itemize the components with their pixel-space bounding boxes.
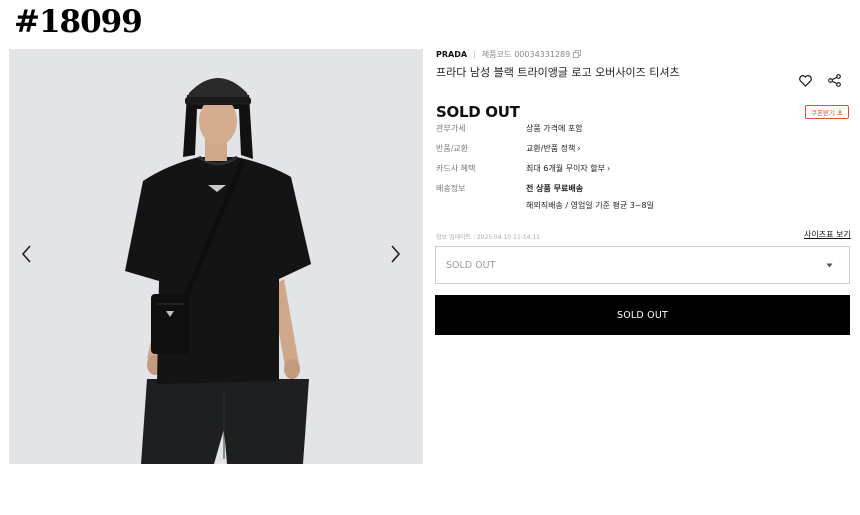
info-value: 교환/반품 정책 [526,144,576,153]
download-icon [837,109,843,115]
info-key: 배송정보 [436,184,466,193]
caret-down-icon [826,263,833,267]
info-key: 반품/교환 [436,144,469,153]
product-photo [9,49,423,464]
coupon-button[interactable]: 쿠폰받기 [805,105,849,119]
next-image-button[interactable] [390,245,410,269]
info-value: 상품 가격에 포함 [526,124,583,133]
chevron-left-icon [22,245,31,263]
free-shipping-text: 전 상품 무료배송 [526,184,584,193]
share-icon[interactable] [828,72,841,91]
shipping-info: 전 상품 무료배송 해외직배송 / 영업일 기준 평균 3~8일 [526,183,654,211]
stock-status: SOLD OUT [436,103,520,121]
size-option-select[interactable]: SOLD OUT [435,246,850,284]
chevron-right-icon [391,245,400,263]
return-policy-link[interactable]: 교환/반품 정책 › [526,143,581,154]
brand-row: PRADA | 제품코드 00034331289 [436,48,582,60]
info-row-shipping: 배송정보 전 상품 무료배송 해외직배송 / 영업일 기준 평균 3~8일 [436,183,654,211]
info-value: 최대 6개월 무이자 할부 [526,164,605,173]
product-gallery [9,49,423,464]
chevron-right-small-icon: › [577,144,581,153]
heart-icon[interactable] [799,72,812,91]
brand-name[interactable]: PRADA [436,50,467,59]
update-timestamp: 정보 업데이트 : 2025.04.10 11:14:11 [436,234,541,241]
listing-number: #18099 [14,4,143,40]
option-selected-value: SOLD OUT [446,259,496,271]
size-guide-link[interactable]: 사이즈표 보기 [804,229,851,240]
shipping-detail: 해외직배송 / 영업일 기준 평균 3~8일 [526,201,654,210]
prev-image-button[interactable] [22,245,42,269]
info-key: 카드사 혜택 [436,164,476,173]
product-info-table: 관부가세 상품 가격에 포함 반품/교환 교환/반품 정책 › 카드사 혜택 최대… [436,123,654,220]
info-key: 관부가세 [436,124,466,133]
copy-icon[interactable] [573,50,582,58]
chevron-right-small-icon: › [606,164,611,173]
product-title: 프라다 남성 블랙 트라이앵글 로고 오버사이즈 티셔츠 [436,66,680,79]
sold-out-button-label: SOLD OUT [617,309,668,321]
sku-label: 제품코드 [481,49,512,59]
sku-value: 00034331289 [514,49,571,59]
coupon-label: 쿠폰받기 [811,109,835,117]
sold-out-button[interactable]: SOLD OUT [435,295,850,335]
divider: | [473,49,476,59]
info-row-duty: 관부가세 상품 가격에 포함 [436,123,654,134]
info-row-return: 반품/교환 교환/반품 정책 › [436,143,654,154]
info-row-card: 카드사 혜택 최대 6개월 무이자 할부 › [436,163,654,174]
card-benefit-link[interactable]: 최대 6개월 무이자 할부 › [526,163,610,174]
